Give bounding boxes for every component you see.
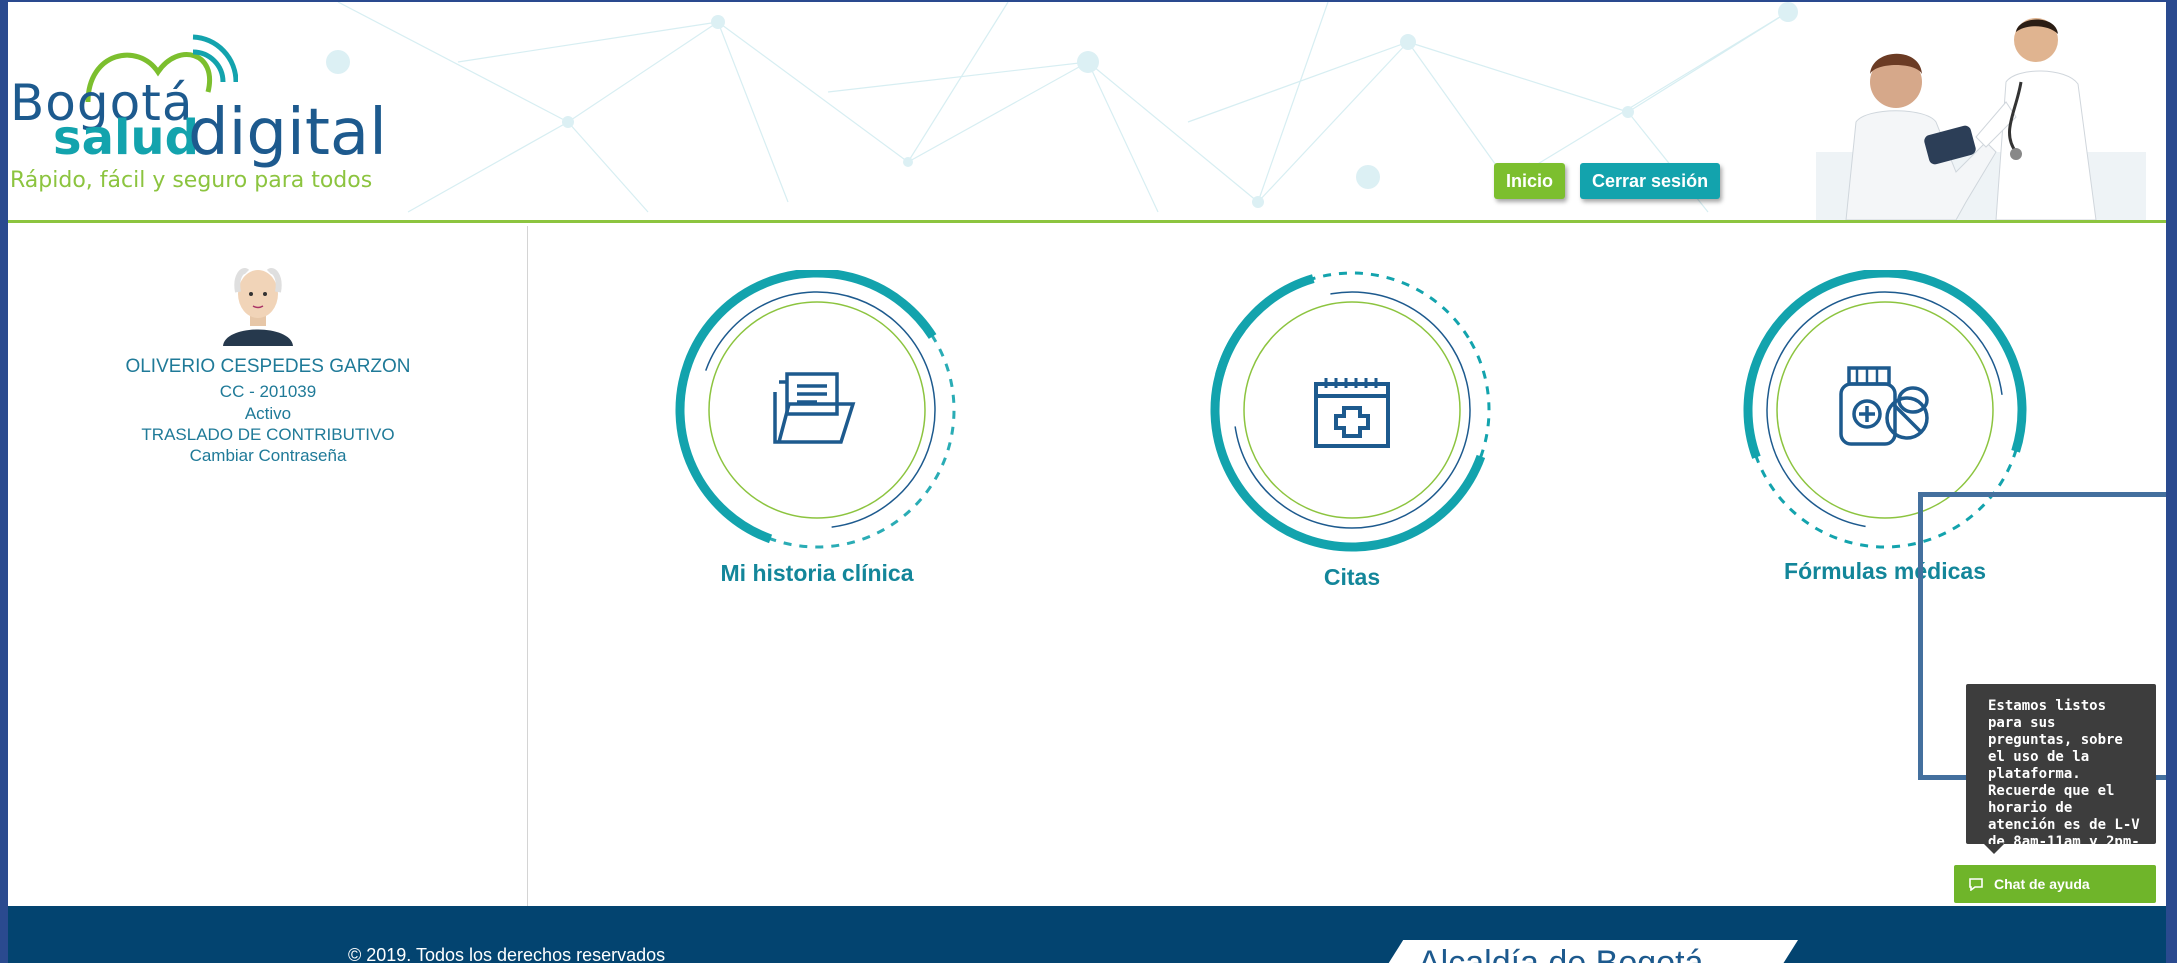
avatar: [223, 268, 293, 346]
doctor-patient-photo: [1816, 18, 2146, 220]
footer: © 2019. Todos los derechos reservados Al…: [8, 906, 2166, 963]
calendar-plus-icon: [1314, 378, 1390, 448]
logo-salud: salud: [53, 110, 199, 166]
card-citas[interactable]: Citas: [1192, 270, 1512, 610]
user-affiliation: TRASLADO DE CONTRIBUTIVO: [141, 425, 395, 444]
chat-help-button[interactable]: Chat de ayuda: [1954, 865, 2156, 903]
copyright-text: © 2019. Todos los derechos reservados: [348, 945, 666, 963]
speech-bubble-icon: [1968, 866, 1984, 904]
card-label-historia[interactable]: Mi historia clínica: [657, 560, 977, 587]
app-frame: Bogotá salud digital Rápido, fácil y seg…: [8, 2, 2166, 963]
card-historia-clinica[interactable]: Mi historia clínica: [657, 270, 977, 610]
chat-help-tooltip: Estamos listos para sus preguntas, sobre…: [1966, 684, 2156, 867]
bogota-salud-digital-logo[interactable]: Bogotá salud digital Rápido, fácil y seg…: [8, 32, 388, 202]
logo-digital: digital: [188, 96, 387, 170]
user-status: Activo: [244, 404, 292, 423]
logo-tagline: Rápido, fácil y seguro para todos: [10, 168, 373, 193]
medicine-bottle-icon: [1839, 366, 1929, 446]
inicio-button[interactable]: Inicio: [1494, 163, 1566, 199]
alcaldia-logo-text: Alcaldía de Bogotá: [1418, 944, 1704, 963]
alcaldia-logo[interactable]: Alcaldía de Bogotá: [1378, 940, 1798, 963]
card-label-citas[interactable]: Citas: [1192, 564, 1512, 591]
folder-icon: [773, 372, 856, 444]
change-password-link[interactable]: Cambiar Contraseña: [8, 446, 528, 466]
header: Bogotá salud digital Rápido, fácil y seg…: [8, 2, 2166, 223]
user-sidebar: OLIVERIO CESPEDES GARZON CC - 201039 Act…: [8, 226, 528, 906]
user-name: OLIVERIO CESPEDES GARZON: [125, 356, 411, 377]
logout-button[interactable]: Cerrar sesión: [1580, 163, 1721, 199]
chat-help-label: Chat de ayuda: [1994, 876, 2090, 892]
user-document: CC - 201039: [219, 382, 317, 401]
